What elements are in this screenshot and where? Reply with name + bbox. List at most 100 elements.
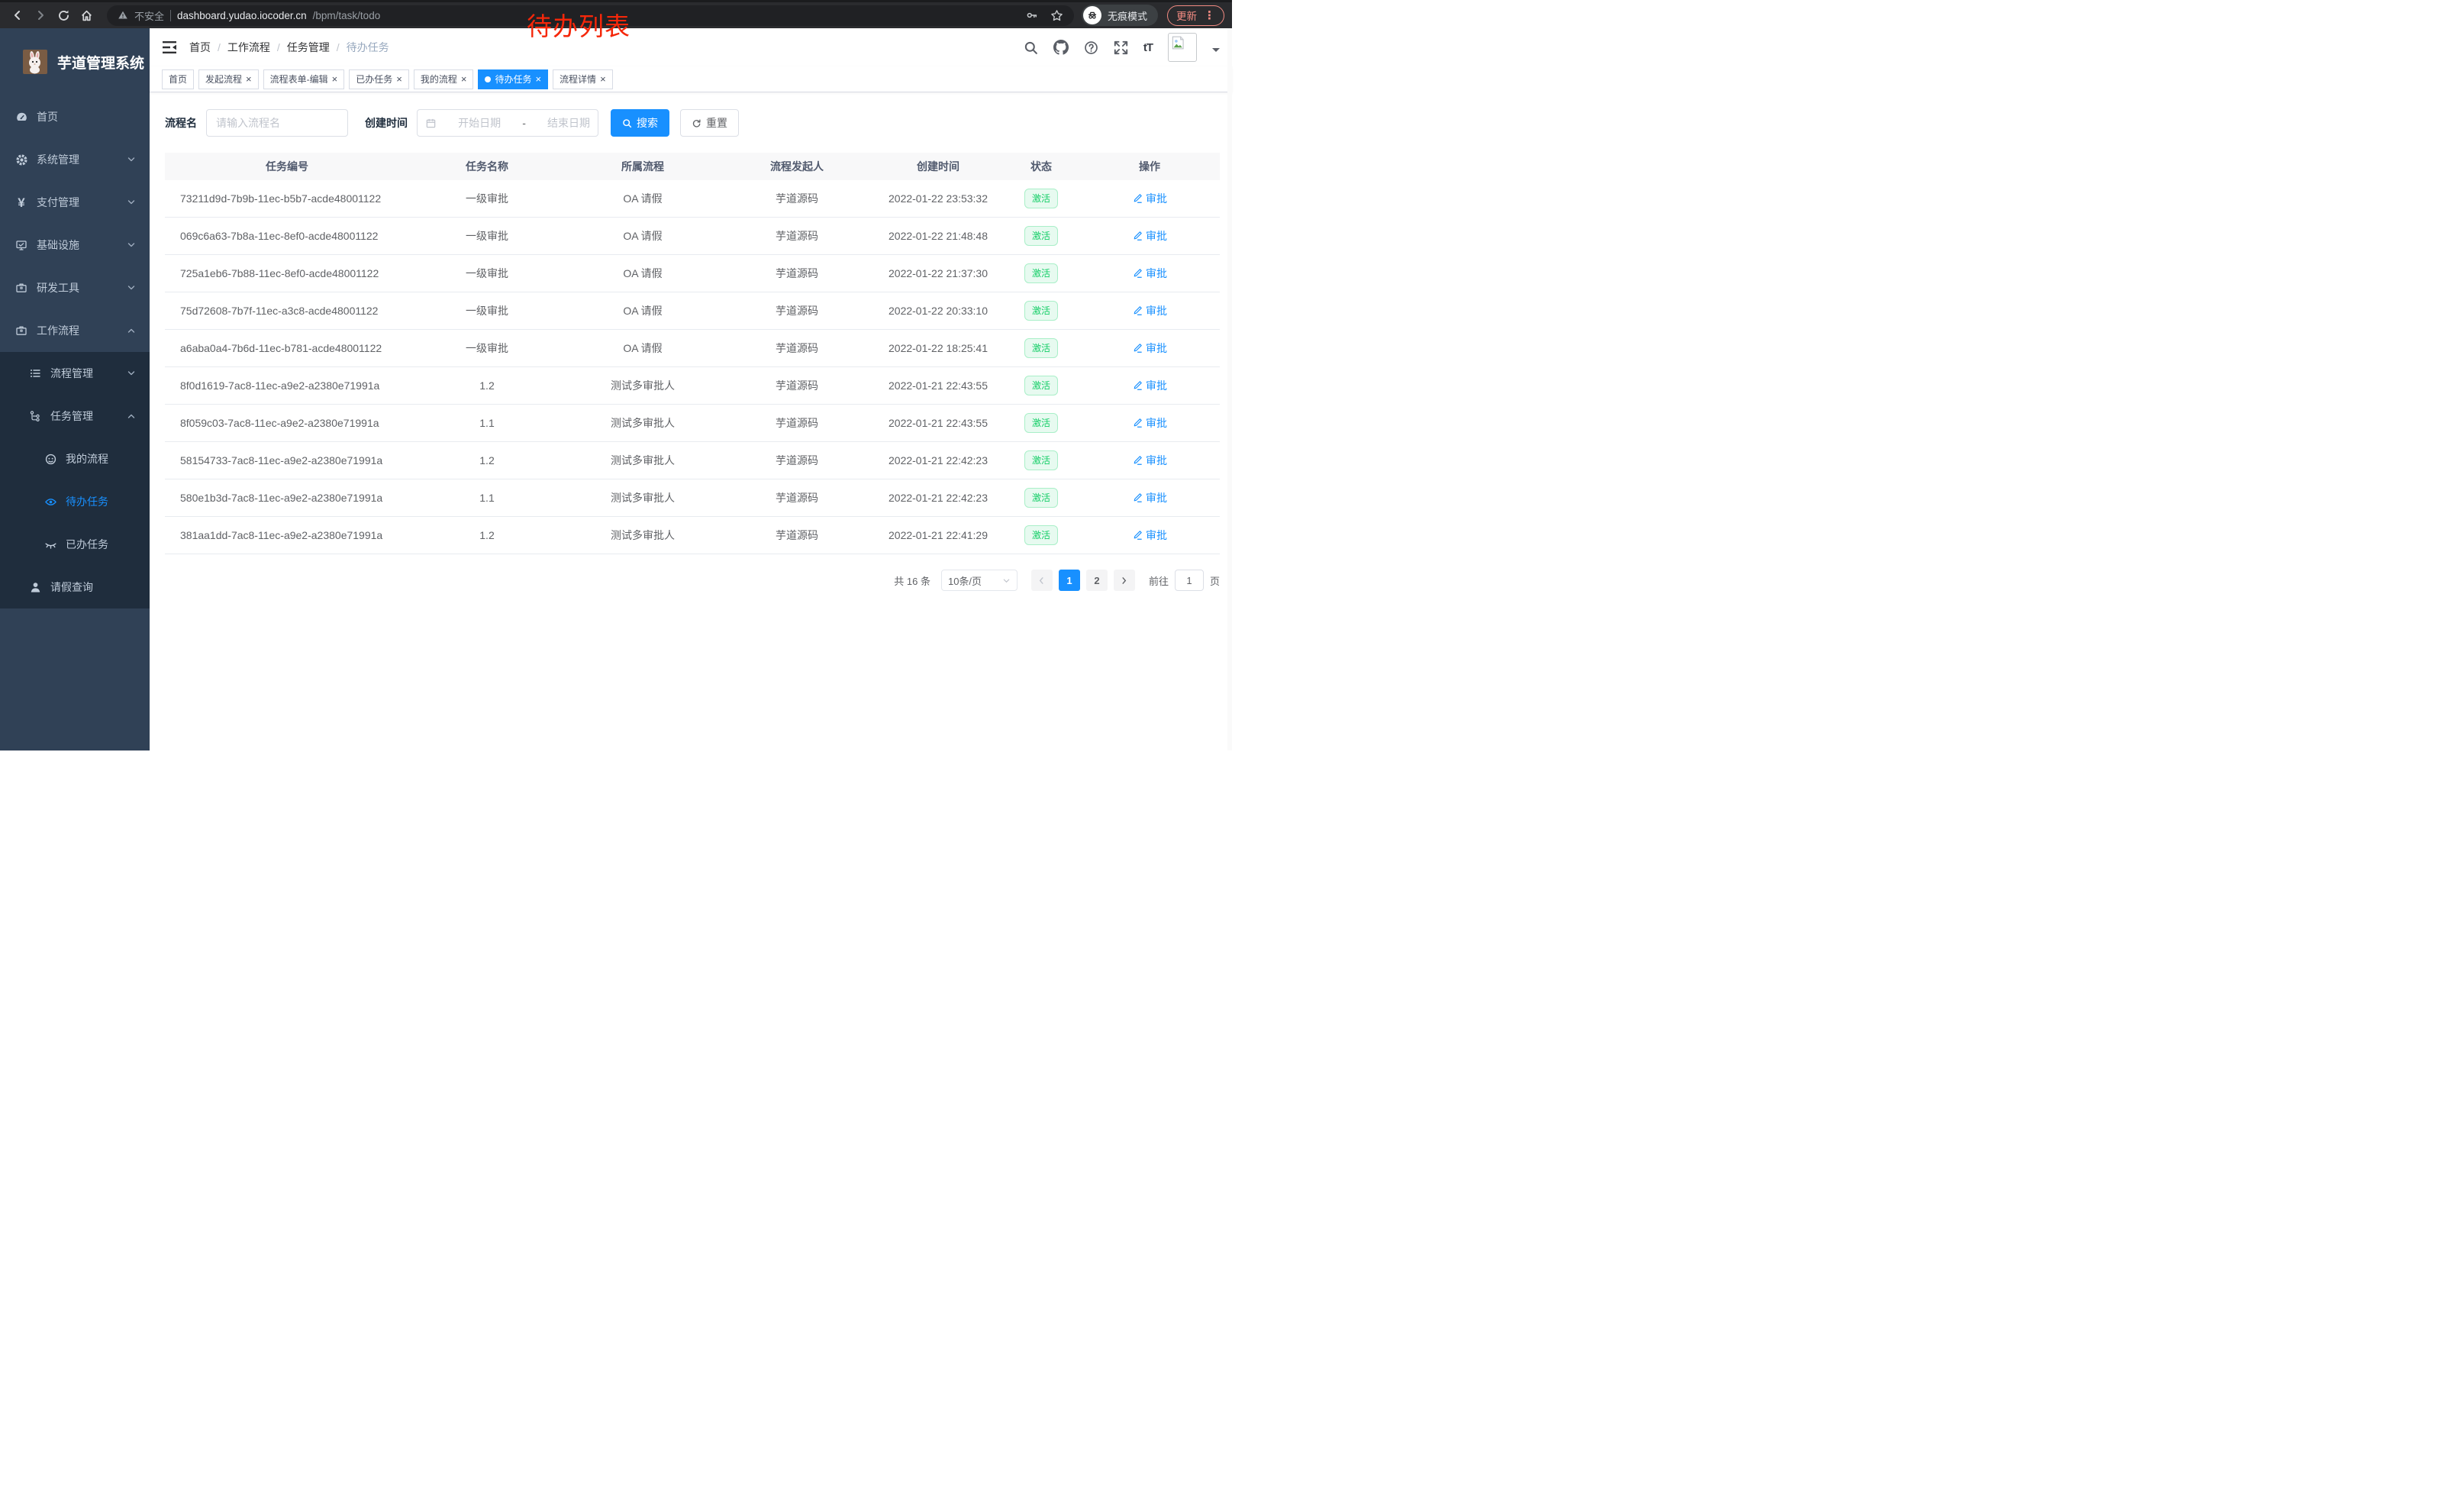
tab-home[interactable]: 首页 [162,69,194,89]
tab-close-icon[interactable]: × [396,74,402,84]
tab-close-icon[interactable]: × [246,74,252,84]
cell-actions: 审批 [1079,266,1220,281]
sidebar-item-label: 流程管理 [50,366,93,381]
key-icon[interactable] [1026,9,1038,21]
tab-close-icon[interactable]: × [535,74,541,84]
sidebar-item-done-tasks[interactable]: 已办任务 [0,523,150,566]
cell-create-time: 2022-01-21 22:42:23 [873,492,1003,504]
page-button-1[interactable]: 1 [1059,570,1080,591]
avatar[interactable] [1168,33,1197,62]
cell-task-name: 一级审批 [409,303,565,318]
sidebar-item-process-mgmt[interactable]: 流程管理 [0,352,150,395]
question-icon[interactable] [1084,40,1098,55]
approve-link[interactable]: 审批 [1132,303,1167,318]
sidebar-menu: 首页系统管理¥支付管理基础设施研发工具工作流程流程管理任务管理我的流程待办任务已… [0,95,150,608]
date-range-picker[interactable]: 开始日期 - 结束日期 [417,109,598,137]
approve-link[interactable]: 审批 [1132,228,1167,244]
browser-back-icon[interactable] [8,5,27,25]
app-title: 芋道管理系统 [57,52,144,73]
sidebar-item-workflow[interactable]: 工作流程 [0,309,150,352]
filter-form: 流程名 创建时间 开始日期 - 结束日期 搜索 重置 [165,109,1220,137]
approve-link[interactable]: 审批 [1132,415,1167,431]
search-button[interactable]: 搜索 [611,109,669,137]
fontsize-icon[interactable]: tT [1143,41,1153,54]
tab-process-detail[interactable]: 流程详情× [553,69,613,89]
fullscreen-icon[interactable] [1114,40,1128,55]
github-icon[interactable] [1053,40,1069,55]
yen-icon: ¥ [12,196,31,209]
approve-link[interactable]: 审批 [1132,528,1167,543]
update-label: 更新 [1176,8,1197,23]
process-name-input[interactable] [206,109,348,137]
search-button-label: 搜索 [637,115,658,131]
tab-close-icon[interactable]: × [332,74,338,84]
reset-button[interactable]: 重置 [680,109,739,137]
sidebar-item-my-process[interactable]: 我的流程 [0,437,150,480]
cell-process-name: OA 请假 [565,341,721,356]
tab-start-process[interactable]: 发起流程× [198,69,259,89]
person-icon [26,581,44,594]
sidebar-item-system[interactable]: 系统管理 [0,138,150,181]
sidebar-item-label: 首页 [37,109,58,124]
breadcrumb-item-1[interactable]: 工作流程 [227,40,270,55]
approve-link[interactable]: 审批 [1132,341,1167,356]
cell-task-id: 58154733-7ac8-11ec-a9e2-a2380e71991a [165,454,409,466]
cell-process-name: 测试多审批人 [565,528,721,543]
tab-close-icon[interactable]: × [461,74,467,84]
cell-process-starter: 芋道源码 [721,228,873,244]
column-header-3: 流程发起人 [721,159,873,174]
app-logo-row[interactable]: 芋道管理系统 [0,28,150,95]
cell-task-id: 725a1eb6-7b88-11ec-8ef0-acde48001122 [165,267,409,279]
sidebar-item-payment[interactable]: ¥支付管理 [0,181,150,224]
browser-home-icon[interactable] [76,5,96,25]
page-content: 流程名 创建时间 开始日期 - 结束日期 搜索 重置 [150,92,1232,750]
goto-label: 前往 [1149,573,1169,588]
cell-task-id: a6aba0a4-7b6d-11ec-b781-acde48001122 [165,342,409,354]
breadcrumb-item-2[interactable]: 任务管理 [287,40,330,55]
pencil-icon [1132,418,1143,428]
approve-link[interactable]: 审批 [1132,378,1167,393]
avatar-dropdown-caret-icon[interactable] [1212,48,1220,56]
next-page-button[interactable] [1114,570,1135,591]
sidebar-item-task-mgmt[interactable]: 任务管理 [0,395,150,437]
tasks-table: 任务编号任务名称所属流程流程发起人创建时间状态操作 73211d9d-7b9b-… [165,153,1220,554]
tab-label: 首页 [169,73,187,86]
approve-link[interactable]: 审批 [1132,490,1167,505]
pencil-icon [1132,268,1143,279]
approve-link[interactable]: 审批 [1132,453,1167,468]
update-button[interactable]: 更新 ⋮ [1167,5,1224,26]
goto-page-input[interactable] [1175,570,1204,591]
page-size-select[interactable]: 10条/页 [941,570,1018,591]
breadcrumb-item-0[interactable]: 首页 [189,40,211,55]
sidebar-item-home[interactable]: 首页 [0,95,150,138]
page-scrollbar[interactable] [1227,28,1232,750]
tab-close-icon[interactable]: × [600,74,606,84]
active-tab-dot [485,76,491,82]
tree-icon [26,410,44,422]
tags-view-bar: 首页发起流程×流程表单-编辑×已办任务×我的流程×待办任务×流程详情× [150,66,1232,92]
sidebar-item-leave-query[interactable]: 请假查询 [0,566,150,608]
approve-link[interactable]: 审批 [1132,266,1167,281]
tab-my-process[interactable]: 我的流程× [414,69,474,89]
search-icon[interactable] [1024,40,1038,55]
status-badge: 激活 [1024,301,1058,321]
sidebar-item-devtools[interactable]: 研发工具 [0,266,150,309]
tab-form-edit[interactable]: 流程表单-编辑× [263,69,345,89]
end-date-placeholder: 结束日期 [547,115,590,131]
sidebar-collapse-icon[interactable] [162,40,177,54]
cell-create-time: 2022-01-21 22:43:55 [873,379,1003,392]
tab-done-tasks[interactable]: 已办任务× [349,69,409,89]
browser-menu-dots-icon[interactable]: ⋮ [1204,8,1215,22]
browser-reload-icon[interactable] [53,5,73,25]
status-badge: 激活 [1024,525,1058,545]
sidebar-item-infrastructure[interactable]: 基础设施 [0,224,150,266]
prev-page-button[interactable] [1031,570,1053,591]
browser-forward-icon[interactable] [31,5,50,25]
bookmark-star-icon[interactable] [1050,9,1063,22]
tab-todo-tasks[interactable]: 待办任务× [478,69,548,89]
approve-link[interactable]: 审批 [1132,191,1167,206]
cell-process-name: OA 请假 [565,266,721,281]
cell-process-starter: 芋道源码 [721,191,873,206]
page-button-2[interactable]: 2 [1086,570,1108,591]
sidebar-item-todo-tasks[interactable]: 待办任务 [0,480,150,523]
